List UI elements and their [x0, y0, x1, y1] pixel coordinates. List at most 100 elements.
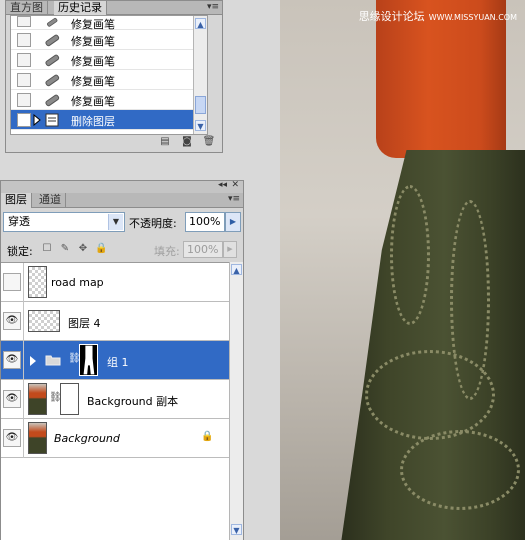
scroll-down-icon[interactable]: ▼	[195, 120, 206, 131]
list-item[interactable]: 修复画笔	[11, 16, 207, 31]
fill-label: 填充:	[154, 245, 180, 258]
folder-icon	[45, 355, 61, 366]
layer-name[interactable]: 图层 4	[68, 315, 101, 331]
layer-row[interactable]: · road map	[1, 263, 229, 302]
tab-histogram[interactable]: 直方图	[6, 1, 48, 15]
scroll-up-icon[interactable]: ▲	[231, 264, 242, 275]
opacity-slider-button[interactable]: ▶	[225, 212, 241, 232]
scroll-up-icon[interactable]: ▲	[195, 18, 206, 29]
watermark-url: WWW.MISSYUAN.COM	[428, 13, 517, 22]
bandaid-icon	[47, 17, 58, 27]
divider	[23, 302, 24, 341]
delete-layer-icon	[45, 113, 59, 127]
eye-icon[interactable]: 👁	[3, 351, 21, 369]
layers-scrollbar[interactable]: ▲ ▼	[229, 262, 243, 540]
lock-position-move-icon[interactable]: ✥	[77, 243, 89, 255]
new-document-from-state-icon[interactable]: ▤	[158, 136, 172, 148]
scroll-thumb[interactable]	[195, 96, 206, 114]
close-icon[interactable]: ✕	[231, 180, 239, 190]
history-item-label: 修复画笔	[71, 75, 115, 88]
layer-name[interactable]: 组 1	[107, 354, 129, 370]
list-item[interactable]: 修复画笔	[11, 30, 207, 50]
visibility-toggle-empty[interactable]: ·	[3, 273, 21, 291]
lock-transparency-icon[interactable]: ☐	[41, 243, 53, 255]
layer-thumbnail	[28, 310, 60, 332]
document-canvas[interactable]: 思缘设计论坛 WWW.MISSYUAN.COM	[280, 0, 525, 540]
divider	[23, 419, 24, 458]
panel-menu-icon[interactable]: ▾≡	[228, 194, 240, 205]
layers-tab-bar: 图层 通道 ▾≡	[1, 193, 243, 208]
tab-layers[interactable]: 图层	[1, 193, 32, 208]
opacity-input[interactable]: 100%	[185, 212, 225, 232]
divider	[23, 380, 24, 419]
lock-icon: 🔒	[201, 431, 214, 442]
snapshot-source-checkbox[interactable]	[17, 33, 31, 47]
history-tab-bar: 直方图 历史记录 ▾≡	[6, 1, 222, 15]
fill-input[interactable]: 100%	[183, 241, 223, 258]
snapshot-source-checkbox[interactable]	[17, 53, 31, 67]
ruffle-trim	[365, 350, 495, 440]
layer-mask-thumbnail[interactable]	[60, 383, 79, 415]
blend-mode-select[interactable]: 穿透 ▼	[3, 212, 125, 232]
snapshot-source-checkbox[interactable]	[17, 113, 31, 127]
layer-name[interactable]: road map	[51, 276, 104, 289]
group-mask-thumbnail[interactable]	[79, 344, 98, 376]
layer-thumbnail	[28, 422, 47, 454]
lock-label: 锁定:	[7, 245, 33, 258]
snapshot-source-checkbox[interactable]	[17, 73, 31, 87]
ruffle-trim	[390, 185, 430, 325]
history-state-slider-icon[interactable]	[33, 114, 41, 126]
blend-mode-value: 穿透	[8, 215, 30, 228]
bandaid-icon	[45, 54, 60, 67]
snapshot-source-checkbox[interactable]	[17, 93, 31, 107]
bandaid-icon	[45, 94, 60, 107]
layer-row-selected[interactable]: 👁 ⛓ 组 1	[1, 341, 229, 380]
watermark: 思缘设计论坛 WWW.MISSYUAN.COM	[359, 8, 517, 24]
lock-pixels-brush-icon[interactable]: ✎	[59, 243, 71, 255]
list-item[interactable]: 修复画笔	[11, 90, 207, 110]
eye-icon[interactable]: 👁	[3, 390, 21, 408]
layer-thumbnail	[28, 266, 47, 298]
lock-all-icon[interactable]: 🔒	[95, 243, 107, 255]
history-list: 修复画笔 修复画笔 修复画笔 修复画笔 修复画笔 删除图层 ▲ ▼	[10, 15, 208, 135]
eye-icon[interactable]: 👁	[3, 312, 21, 330]
panel-menu-icon[interactable]: ▾≡	[207, 2, 219, 13]
history-scrollbar[interactable]: ▲ ▼	[193, 16, 207, 134]
bandaid-icon	[45, 34, 60, 47]
divider	[23, 341, 24, 380]
history-item-label: 修复画笔	[71, 95, 115, 108]
layer-row[interactable]: 👁 ⛓ Background 副本	[1, 380, 229, 419]
scroll-down-icon[interactable]: ▼	[231, 524, 242, 535]
snapshot-camera-icon[interactable]: ◙	[180, 136, 194, 148]
divider	[23, 263, 24, 302]
fill-slider-button[interactable]: ▶	[223, 241, 237, 258]
history-footer: ▤ ◙ 🗑	[158, 136, 216, 150]
tab-history[interactable]: 历史记录	[54, 1, 107, 15]
list-item[interactable]: 修复画笔	[11, 50, 207, 70]
opacity-label: 不透明度:	[129, 217, 177, 230]
expand-triangle-icon[interactable]	[30, 356, 36, 366]
layers-panel-titlebar: ◂◂ ✕	[1, 180, 243, 193]
layer-name[interactable]: Background 副本	[87, 393, 178, 409]
layer-name[interactable]: Background	[54, 432, 120, 445]
ruffle-trim	[400, 430, 520, 510]
collapse-icon[interactable]: ◂◂	[218, 180, 227, 190]
tab-channels[interactable]: 通道	[35, 193, 66, 208]
eye-icon[interactable]: 👁	[3, 429, 21, 447]
history-item-label: 修复画笔	[71, 35, 115, 48]
snapshot-source-checkbox[interactable]	[17, 16, 31, 27]
lock-controls: 锁定: ☐ ✎ ✥ 🔒 填充: 100% ▶	[7, 241, 241, 259]
watermark-text: 思缘设计论坛	[358, 10, 425, 23]
list-item-selected[interactable]: 删除图层	[11, 110, 207, 130]
list-item[interactable]: 修复画笔	[11, 70, 207, 90]
layer-row[interactable]: 👁 图层 4	[1, 302, 229, 341]
history-item-label: 修复画笔	[71, 55, 115, 68]
layer-row[interactable]: 👁 Background 🔒	[1, 419, 229, 458]
chevron-down-icon[interactable]: ▼	[108, 214, 123, 230]
layers-panel: ◂◂ ✕ 图层 通道 ▾≡ 穿透 ▼ 不透明度: 100% ▶ 锁定: ☐ ✎ …	[0, 180, 244, 540]
history-item-label: 删除图层	[71, 115, 115, 128]
trash-icon[interactable]: 🗑	[202, 136, 216, 148]
history-panel: 直方图 历史记录 ▾≡ 修复画笔 修复画笔 修复画笔 修复画笔 修复画笔 删除图…	[5, 0, 223, 153]
bandaid-icon	[45, 74, 60, 87]
blend-controls: 穿透 ▼ 不透明度: 100% ▶	[3, 212, 241, 234]
